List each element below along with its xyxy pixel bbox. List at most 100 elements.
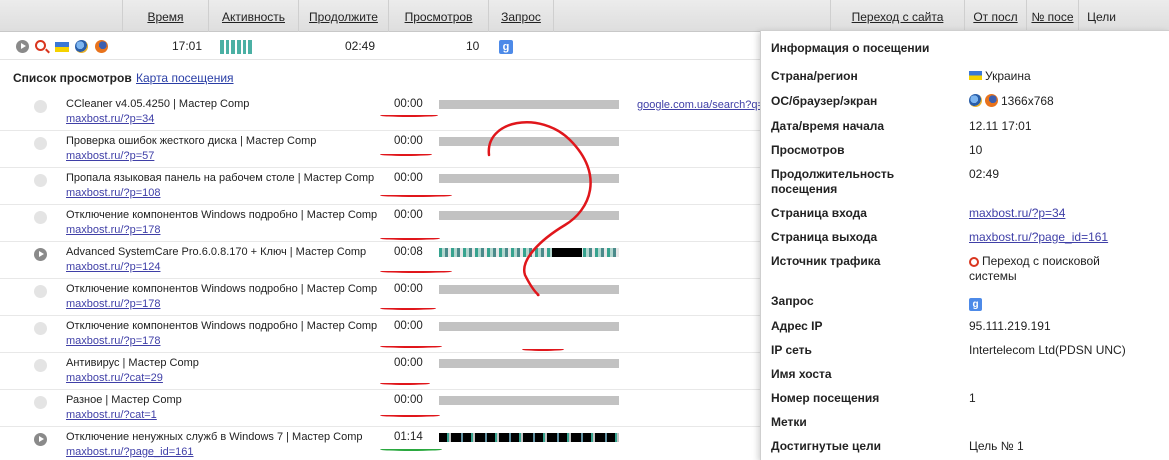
page-time: 00:00: [394, 135, 423, 147]
column-header-goals[interactable]: Цели: [1078, 0, 1124, 32]
activity-bar-icon: [220, 40, 253, 54]
column-header-views[interactable]: Просмотров: [388, 0, 488, 32]
field-value-traffic-source: Переход с поисковой системы: [969, 254, 1139, 284]
field-value-query: g: [969, 294, 985, 311]
ukraine-flag-icon: [969, 71, 982, 80]
time-bar: [439, 359, 619, 368]
page-time: 00:00: [394, 357, 423, 369]
annotation-underline-green: [380, 448, 442, 451]
page-view-icon: [34, 285, 47, 298]
page-title: Отключение компонентов Windows подробно …: [66, 283, 378, 295]
field-value-visit-number: 1: [969, 391, 976, 405]
field-value-ip-network: Intertelecom Ltd(PDSN UNC): [969, 343, 1126, 357]
field-value-views: 10: [969, 143, 983, 157]
table-row[interactable]: Разное | Мастер Comp maxbost.ru/?cat=1 0…: [0, 390, 770, 427]
column-header-duration[interactable]: Продолжите: [298, 0, 388, 32]
table-row[interactable]: Проверка ошибок жесткого диска | Мастер …: [0, 131, 770, 168]
page-time: 00:00: [394, 394, 423, 406]
summary-time: 17:01: [172, 39, 203, 53]
column-header-visitnum[interactable]: № посе: [1026, 0, 1078, 32]
field-label-entry-page: Страница входа: [771, 206, 867, 220]
table-row[interactable]: Отключение ненужных служб в Windows 7 | …: [0, 427, 770, 460]
time-bar: [439, 433, 619, 442]
field-label-duration: Продолжительность посещения: [771, 167, 895, 196]
time-bar: [439, 174, 619, 183]
page-url-link[interactable]: maxbost.ru/?cat=29: [66, 372, 163, 384]
field-label-start: Дата/время начала: [771, 119, 885, 133]
search-engine-icon: [969, 257, 979, 267]
page-url-link[interactable]: maxbost.ru/?cat=1: [66, 409, 157, 421]
page-view-icon: [34, 137, 47, 150]
traffic-source-text: Переход с поисковой системы: [969, 254, 1100, 283]
column-header-activity[interactable]: Активность: [208, 0, 298, 32]
annotation-underline: [380, 153, 432, 156]
page-title: Отключение компонентов Windows подробно …: [66, 209, 378, 221]
time-bar: [439, 322, 619, 331]
field-label-query: Запрос: [771, 294, 814, 308]
page-url-link[interactable]: maxbost.ru/?p=108: [66, 187, 160, 199]
page-title: Пропала языковая панель на рабочем столе…: [66, 172, 375, 184]
table-row[interactable]: Отключение компонентов Windows подробно …: [0, 205, 770, 242]
page-url-link[interactable]: maxbost.ru/?p=57: [66, 150, 154, 162]
search-engine-icon: [35, 40, 46, 51]
page-title: Отключение ненужных служб в Windows 7 | …: [66, 431, 363, 443]
field-label-os-browser: ОС/браузер/экран: [771, 94, 878, 108]
list-title: Список просмотров: [13, 71, 132, 85]
column-header-time[interactable]: Время: [122, 0, 208, 32]
page-time: 00:00: [394, 209, 423, 221]
table-row[interactable]: Отключение компонентов Windows подробно …: [0, 316, 770, 353]
page-url-link[interactable]: maxbost.ru/?p=178: [66, 335, 160, 347]
entry-page-link[interactable]: maxbost.ru/?p=34: [969, 206, 1065, 221]
field-label-ip-network: IP сеть: [771, 343, 812, 357]
page-url-link[interactable]: maxbost.ru/?p=178: [66, 224, 160, 236]
page-view-icon: [34, 359, 47, 372]
field-label-goals: Достигнутые цели: [771, 439, 882, 453]
field-value-start: 12.11 17:01: [969, 119, 1032, 133]
table-row[interactable]: Отключение компонентов Windows подробно …: [0, 279, 770, 316]
page-time: 00:00: [394, 320, 423, 332]
column-header-spacer: [553, 0, 830, 32]
google-icon[interactable]: g: [969, 298, 982, 311]
exit-page-link[interactable]: maxbost.ru/?page_id=161: [969, 230, 1108, 245]
play-icon[interactable]: [34, 248, 47, 261]
table-row[interactable]: Advanced SystemCare Pro.6.0.8.170 + Ключ…: [0, 242, 770, 279]
panel-title: Информация о посещении: [771, 41, 930, 55]
annotation-underline: [380, 307, 436, 310]
column-header-query[interactable]: Запрос: [488, 0, 553, 32]
annotation-underline: [380, 382, 430, 385]
play-icon[interactable]: [34, 433, 47, 446]
tab-visit-map[interactable]: Карта посещения: [136, 71, 234, 85]
play-icon[interactable]: [16, 40, 29, 53]
field-value-country: Украина: [969, 69, 1031, 84]
column-header-referrer[interactable]: Переход с сайта: [830, 0, 964, 32]
column-header-from[interactable]: От посл: [964, 0, 1026, 32]
page-url-link[interactable]: maxbost.ru/?page_id=161: [66, 446, 194, 458]
referrer-link[interactable]: google.com.ua/search?q=: [637, 99, 764, 111]
page-url-link[interactable]: maxbost.ru/?p=178: [66, 298, 160, 310]
field-value-duration: 02:49: [969, 167, 1000, 181]
field-label-traffic-source: Источник трафика: [771, 254, 881, 268]
ukraine-flag-icon: [55, 42, 69, 52]
field-label-ip: Адрес IP: [771, 319, 823, 333]
annotation-underline: [380, 270, 452, 273]
google-icon[interactable]: g: [499, 40, 513, 54]
time-bar: [439, 248, 619, 257]
field-label-country: Страна/регион: [771, 69, 858, 83]
field-label-tags: Метки: [771, 415, 807, 429]
page-url-link[interactable]: maxbost.ru/?p=124: [66, 261, 160, 273]
firefox-browser-icon: [95, 40, 108, 53]
page-title: Разное | Мастер Comp: [66, 394, 182, 406]
time-bar: [439, 396, 619, 405]
page-view-icon: [34, 322, 47, 335]
summary-views: 10: [466, 39, 480, 53]
page-url-link[interactable]: maxbost.ru/?p=34: [66, 113, 154, 125]
country-text: Украина: [985, 69, 1031, 83]
field-value-os-browser: 1366x768: [969, 94, 1054, 109]
summary-duration: 02:49: [345, 39, 376, 53]
annotation-underline: [522, 348, 564, 351]
page-time: 00:00: [394, 283, 423, 295]
screen-resolution: 1366x768: [1001, 94, 1054, 108]
page-time: 00:08: [394, 246, 423, 258]
table-row[interactable]: Пропала языковая панель на рабочем столе…: [0, 168, 770, 205]
page-time: 00:00: [394, 98, 423, 110]
